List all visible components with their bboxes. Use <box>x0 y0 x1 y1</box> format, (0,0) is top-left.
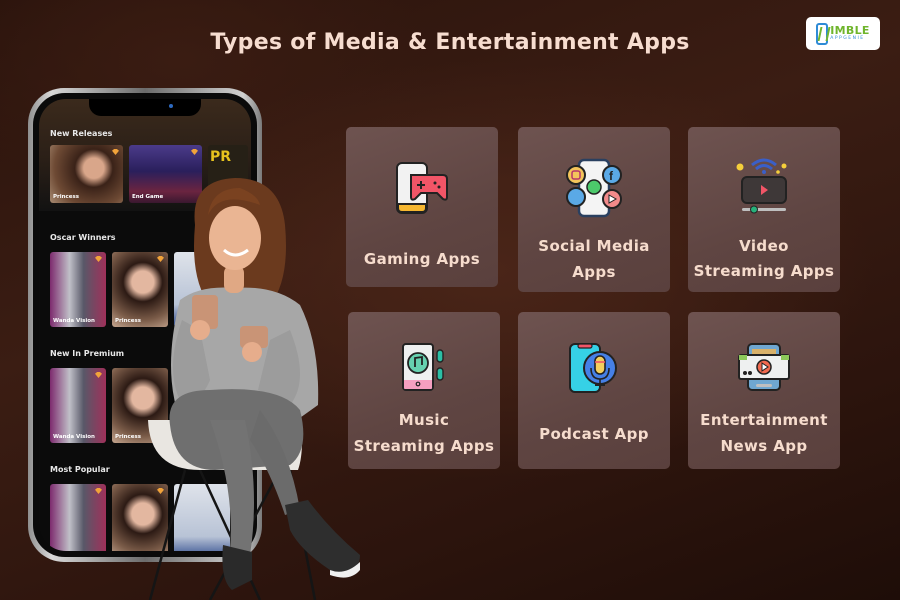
premium-badge-icon <box>95 372 102 378</box>
movie-title: Wanda Vision <box>53 318 95 324</box>
tile-social-media-apps[interactable]: f Social Media Apps <box>518 127 670 292</box>
movie-card[interactable]: Princess <box>50 145 123 203</box>
camera-icon <box>169 104 173 108</box>
tile-label: Streaming Apps <box>353 437 495 455</box>
tile-video-streaming-apps[interactable]: Video Streaming Apps <box>688 127 840 292</box>
phone-notch <box>89 99 201 116</box>
social-media-icon: f <box>566 158 622 218</box>
premium-badge-icon <box>95 488 102 494</box>
movie-title: Princess <box>115 434 142 440</box>
tile-music-streaming-apps[interactable]: Music Streaming Apps <box>348 312 500 469</box>
tile-label: Entertainment <box>700 411 828 429</box>
logo-main-text: IMBLE <box>830 24 870 38</box>
movie-title: Princess <box>115 318 142 324</box>
tile-label: Streaming Apps <box>693 262 835 280</box>
tile-entertainment-news-app[interactable]: Entertainment News App <box>688 312 840 469</box>
logo-mark-icon <box>816 22 829 45</box>
tile-label: Podcast App <box>539 425 649 443</box>
music-streaming-icon <box>402 343 444 391</box>
gaming-icon <box>396 162 448 214</box>
movie-title: PR <box>210 149 232 165</box>
tile-gaming-apps[interactable]: Gaming Apps <box>346 127 498 287</box>
tile-label: Social Media <box>538 237 650 255</box>
premium-badge-icon <box>95 256 102 262</box>
tile-label: Gaming Apps <box>363 250 481 268</box>
movie-card[interactable] <box>50 484 106 551</box>
tile-label: News App <box>720 437 808 455</box>
movie-title: Princess <box>53 194 80 200</box>
section-title-oscar-winners: Oscar Winners <box>50 233 116 242</box>
video-streaming-icon <box>736 158 787 214</box>
tile-label: Music <box>398 411 450 429</box>
podcast-icon <box>569 343 617 393</box>
entertainment-news-icon <box>738 343 790 391</box>
shoe-right <box>285 500 360 575</box>
movie-title: Wanda Vision <box>53 434 95 440</box>
brand-logo[interactable]: IMBLE APPGENIE <box>806 17 880 50</box>
movie-card[interactable]: Wanda Vision <box>50 252 106 327</box>
movie-card[interactable]: Wanda Vision <box>50 368 106 443</box>
section-title-new-in-premium: New In Premium <box>50 349 125 358</box>
shoe-left <box>222 545 252 590</box>
tile-label: Video <box>739 237 789 255</box>
tile-podcast-app[interactable]: Podcast App <box>518 312 670 469</box>
premium-badge-icon <box>191 149 198 155</box>
section-title-most-popular: Most Popular <box>50 465 110 474</box>
tile-label: Apps <box>572 263 616 281</box>
premium-badge-icon <box>112 149 119 155</box>
face <box>209 206 261 270</box>
logo-sub-text: APPGENIE <box>830 36 865 42</box>
section-title-new-releases: New Releases <box>50 129 113 138</box>
page-title: Types of Media & Entertainment Apps <box>210 30 690 55</box>
woman-with-phones-illustration <box>148 178 360 600</box>
